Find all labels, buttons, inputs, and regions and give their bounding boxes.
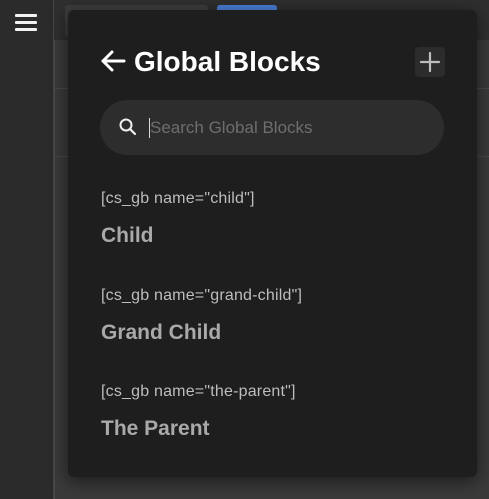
menu-bar — [15, 28, 37, 31]
block-name: Grand Child — [101, 321, 222, 344]
global-block-item[interactable]: [cs_gb name="grand-child"] Grand Child — [101, 287, 441, 357]
menu-bar — [15, 21, 37, 24]
block-shortcode: [cs_gb name="child"] — [101, 190, 255, 207]
arrow-left-icon[interactable] — [100, 48, 126, 74]
menu-bar — [15, 14, 37, 17]
plus-icon — [419, 51, 441, 73]
arrow-left-icon-graphic — [101, 50, 126, 72]
search-field[interactable] — [100, 100, 444, 155]
search-icon — [119, 118, 137, 136]
block-shortcode: [cs_gb name="the-parent"] — [101, 383, 296, 400]
block-name: The Parent — [101, 417, 210, 440]
block-name: Child — [101, 224, 154, 247]
global-block-item[interactable]: [cs_gb name="child"] Child — [101, 190, 441, 260]
global-blocks-panel: Global Blocks [cs_gb name="child"] Child… — [68, 10, 477, 477]
block-shortcode: [cs_gb name="grand-child"] — [101, 287, 303, 304]
panel-header: Global Blocks — [100, 45, 445, 81]
left-rail — [0, 0, 54, 499]
panel-title: Global Blocks — [134, 46, 321, 77]
search-input[interactable] — [148, 110, 430, 145]
global-block-item[interactable]: [cs_gb name="the-parent"] The Parent — [101, 383, 441, 453]
app-window: Global Blocks [cs_gb name="child"] Child… — [0, 0, 489, 499]
hamburger-menu-icon[interactable] — [11, 10, 41, 36]
divider — [54, 40, 55, 499]
text-caret — [149, 118, 150, 138]
add-global-block-button[interactable] — [415, 47, 445, 77]
